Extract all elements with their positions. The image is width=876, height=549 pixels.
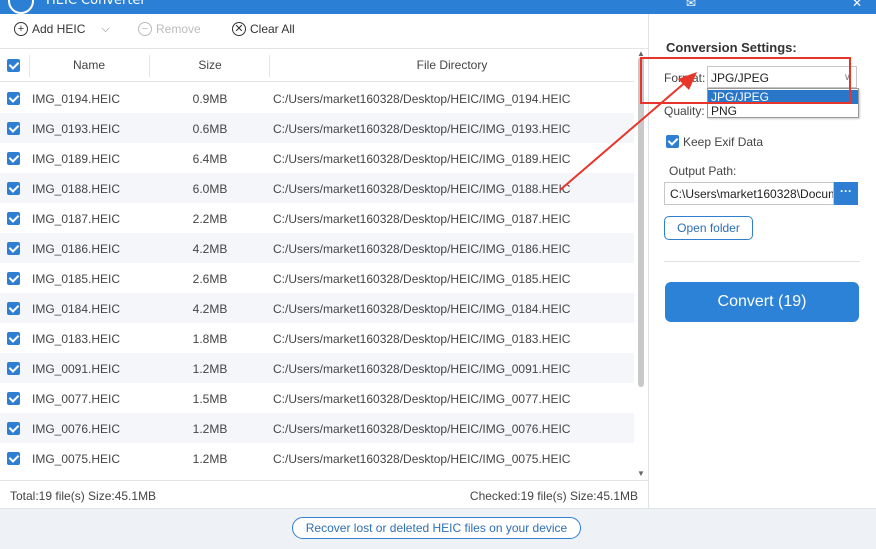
annotation-arrow — [559, 72, 697, 191]
arrow-shaft — [559, 79, 689, 191]
